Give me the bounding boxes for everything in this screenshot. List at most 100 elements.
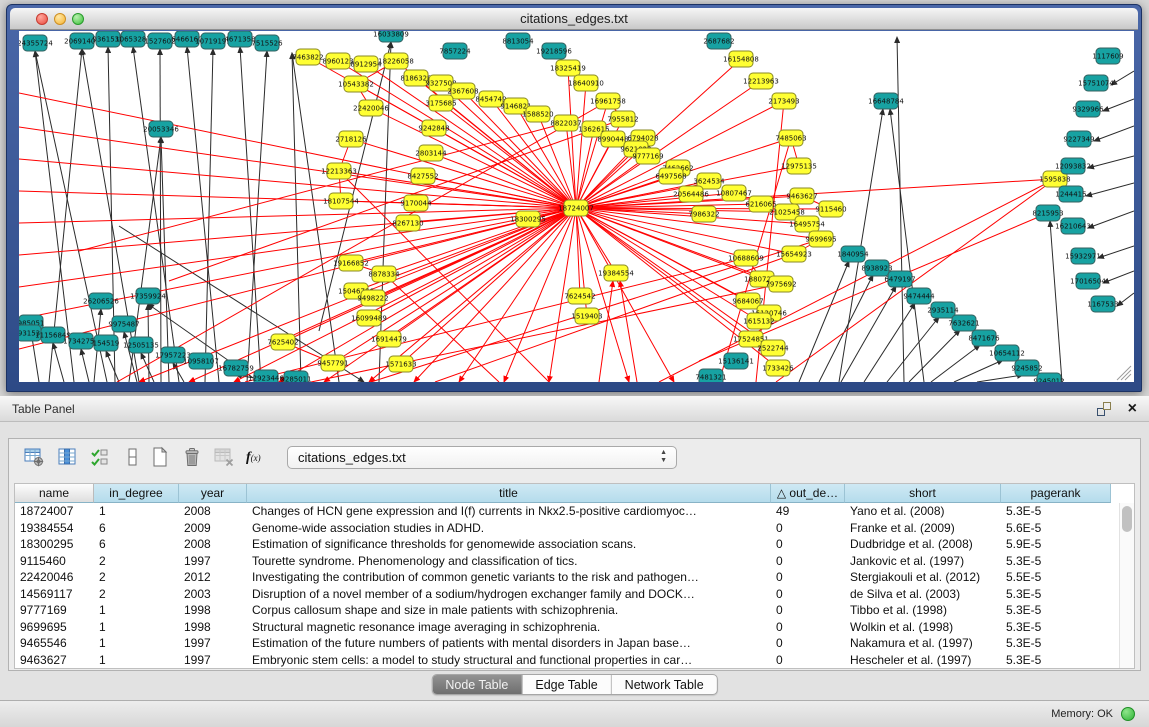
graph-node[interactable]: 18226058 <box>378 53 414 69</box>
table-cell[interactable]: 1 <box>94 619 179 636</box>
close-panel-icon[interactable]: × <box>1128 398 1137 420</box>
select-columns-icon[interactable] <box>89 446 111 468</box>
table-row[interactable]: 977716911998Corpus callosum shape and si… <box>15 602 1119 619</box>
graph-node[interactable]: 9329966 <box>1072 101 1104 117</box>
scrollbar-thumb[interactable] <box>1122 506 1132 532</box>
table-cell[interactable]: 2 <box>94 586 179 603</box>
graph-node[interactable]: 6479197 <box>884 271 915 287</box>
table-cell[interactable]: 0 <box>771 652 845 669</box>
black-edge[interactable] <box>1050 221 1062 382</box>
table-row[interactable]: 969969511998Structural magnetic resonanc… <box>15 619 1119 636</box>
table-cell[interactable]: 5.9E-5 <box>1001 536 1111 553</box>
graph-node[interactable]: 6497568 <box>655 168 686 184</box>
minimize-window-icon[interactable] <box>54 13 66 25</box>
black-edge[interactable] <box>81 349 89 382</box>
graph-node[interactable]: 18640910 <box>568 75 604 91</box>
graph-node[interactable]: 19218596 <box>536 43 572 59</box>
table-cell[interactable]: Corpus callosum shape and size in male p… <box>247 602 771 619</box>
graph-node[interactable]: 15751074 <box>1078 75 1114 91</box>
table-cell[interactable]: 1997 <box>179 635 247 652</box>
graph-node[interactable]: 16033809 <box>373 31 409 42</box>
table-cell[interactable]: Investigating the contribution of common… <box>247 569 771 586</box>
table-cell[interactable]: 1 <box>94 652 179 669</box>
red-edge[interactable] <box>576 208 746 258</box>
graph-node[interactable]: 16961758 <box>590 93 626 109</box>
table-cell[interactable]: 9463627 <box>15 652 94 669</box>
tab-edge-table[interactable]: Edge Table <box>522 675 611 694</box>
table-cell[interactable]: 1 <box>94 635 179 652</box>
graph-node[interactable]: 8215953 <box>1032 205 1063 221</box>
table-cell[interactable]: Yano et al. (2008) <box>845 503 1001 520</box>
black-edge[interactable] <box>53 343 64 382</box>
graph-node[interactable]: 8878334 <box>368 266 400 282</box>
table-cell[interactable]: 49 <box>771 503 845 520</box>
window-titlebar[interactable]: citations_edges.txt <box>10 8 1138 30</box>
delete-table-icon[interactable] <box>213 446 235 468</box>
graph-node[interactable]: 20053346 <box>143 121 179 137</box>
graph-node[interactable]: 9463627 <box>786 188 817 204</box>
black-edge[interactable] <box>106 351 119 382</box>
red-edge[interactable] <box>283 208 576 342</box>
black-edge[interactable] <box>133 47 179 382</box>
graph-node[interactable]: 9245012 <box>1033 373 1064 382</box>
column-header[interactable]: pagerank <box>1001 484 1111 503</box>
table-cell[interactable]: 6 <box>94 520 179 537</box>
graph-node[interactable]: 7485063 <box>775 130 806 146</box>
table-cell[interactable]: de Silva et al. (2003) <box>845 586 1001 603</box>
new-document-icon[interactable] <box>149 446 171 468</box>
graph-node[interactable]: 9699695 <box>805 231 836 247</box>
table-cell[interactable]: Wolkin et al. (1998) <box>845 619 1001 636</box>
graph-node[interactable]: 16154808 <box>723 51 759 67</box>
graph-node[interactable]: 16914479 <box>371 331 407 347</box>
table-cell[interactable]: Tourette syndrome. Phenomenology and cla… <box>247 553 771 570</box>
graph-node[interactable]: 7463822 <box>292 49 323 65</box>
table-cell[interactable]: 1998 <box>179 619 247 636</box>
table-cell[interactable]: 22420046 <box>15 569 94 586</box>
graph-node[interactable]: 1733426 <box>762 360 794 376</box>
table-cell[interactable]: Stergiakouli et al. (2012) <box>845 569 1001 586</box>
table-cell[interactable]: 5.3E-5 <box>1001 602 1111 619</box>
graph-node[interactable]: 18107544 <box>323 193 359 209</box>
table-cell[interactable]: 5.6E-5 <box>1001 520 1111 537</box>
graph-node[interactable]: 9457791 <box>317 355 348 371</box>
black-edge[interactable] <box>887 317 939 382</box>
table-cell[interactable]: Hescheler et al. (1997) <box>845 652 1001 669</box>
graph-node[interactable]: 1167533 <box>1087 296 1118 312</box>
table-cell[interactable]: 0 <box>771 635 845 652</box>
network-canvas[interactable]: 1872400789601238912954182260581054338281… <box>19 31 1134 382</box>
vertical-scrollbar[interactable] <box>1119 503 1134 668</box>
table-row[interactable]: 946362711997Embryonic stem cells: a mode… <box>15 652 1119 669</box>
graph-node[interactable]: 1840954 <box>837 246 869 262</box>
close-window-icon[interactable] <box>36 13 48 25</box>
graph-node[interactable]: 2522744 <box>757 340 789 356</box>
table-cell[interactable]: Tibbo et al. (1998) <box>845 602 1001 619</box>
table-selector-dropdown[interactable]: citations_edges.txt ▲▼ <box>287 446 677 469</box>
graph-node[interactable]: 9474444 <box>903 288 935 304</box>
graph-node[interactable]: 16648784 <box>868 93 904 109</box>
table-cell[interactable]: Nakamura et al. (1997) <box>845 635 1001 652</box>
column-header[interactable]: name <box>15 484 94 503</box>
graph-node[interactable]: 9115460 <box>815 201 846 217</box>
graph-node[interactable]: 1244415 <box>1055 186 1086 202</box>
graph-node[interactable]: 24355724 <box>19 35 53 51</box>
table-cell[interactable]: 5.3E-5 <box>1001 553 1111 570</box>
black-edge[interactable] <box>187 47 219 382</box>
graph-node[interactable]: 1519403 <box>571 308 602 324</box>
table-cell[interactable]: 2 <box>94 553 179 570</box>
graph-node[interactable]: 2718126 <box>335 131 367 147</box>
graph-node[interactable]: 12213963 <box>743 73 779 89</box>
graph-node[interactable]: 15654923 <box>776 246 812 262</box>
black-edge[interactable] <box>1111 71 1134 85</box>
network-graph[interactable]: 1872400789601238912954182260581054338281… <box>19 31 1134 382</box>
column-icon[interactable] <box>56 446 78 468</box>
table-cell[interactable]: 2003 <box>179 586 247 603</box>
graph-node[interactable]: 154519 <box>93 335 120 351</box>
graph-node[interactable]: 10688609 <box>728 250 764 266</box>
table-cell[interactable]: 1998 <box>179 602 247 619</box>
graph-node[interactable]: 9245852 <box>1011 360 1042 376</box>
graph-node[interactable]: 7975692 <box>765 276 796 292</box>
table-cell[interactable]: 19384554 <box>15 520 94 537</box>
graph-node[interactable]: 16210643 <box>1055 218 1091 234</box>
graph-node[interactable]: 17016504 <box>1070 273 1106 289</box>
black-edge[interactable] <box>160 49 161 382</box>
